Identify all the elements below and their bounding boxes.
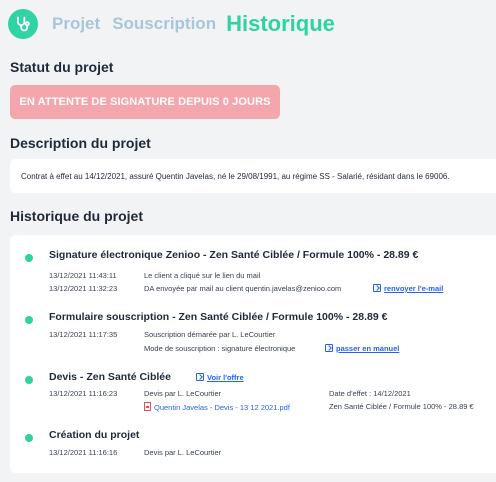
external-link-icon [196, 373, 204, 381]
timeline-dot [25, 254, 33, 262]
entry-title: Signature électronique Zenioo - Zen Sant… [49, 249, 419, 261]
pdf-file-icon [144, 402, 151, 411]
external-link-icon [325, 344, 333, 352]
switch-to-manual-link[interactable]: passer en manuel [325, 344, 399, 353]
timeline-dot [25, 376, 33, 384]
entry-date: 13/12/2021 11:17:35 [49, 330, 118, 339]
entry-date: 13/12/2021 11:16:16 [49, 448, 118, 457]
entry-date: 13/12/2021 11:43:11 [49, 271, 117, 280]
effective-date: Date d'effet : 14/12/2021 [329, 389, 411, 398]
stethoscope-logo-icon[interactable] [8, 9, 38, 39]
entry-text: Devis par L. LeCourtier [144, 389, 222, 398]
history-card: Signature électronique Zenioo - Zen Sant… [10, 235, 496, 473]
tab-projet[interactable]: Projet [52, 14, 100, 34]
status-section-title: Statut du projet [10, 59, 114, 75]
entry-date: 13/12/2021 11:32:23 [49, 284, 118, 293]
external-link-icon [373, 284, 381, 292]
entry-text: Mode de souscription : signature électro… [144, 344, 296, 353]
history-section-title: Historique du projet [10, 208, 143, 224]
description-section-title: Description du projet [10, 135, 151, 151]
description-text: Contrat à effet au 14/12/2021, assuré Qu… [21, 172, 450, 181]
entry-date: 13/12/2021 11:16:23 [49, 389, 118, 398]
entry-text: Souscription démarée par L. LeCourtier [144, 330, 276, 339]
entry-title: Formulaire souscription - Zen Santé Cibl… [49, 311, 388, 323]
resend-email-link[interactable]: renvoyer l'e-mail [373, 284, 443, 293]
entry-text: DA envoyée par mail au client quentin.ja… [144, 284, 342, 293]
quote-pdf-link[interactable]: Quentin Javelas - Devis - 13 12 2021.pdf [144, 402, 290, 412]
timeline-dot [25, 434, 33, 442]
top-navigation: Projet Souscription Historique [8, 9, 335, 39]
description-card: Contrat à effet au 14/12/2021, assuré Qu… [10, 159, 496, 193]
entry-title: Devis - Zen Santé Ciblée [49, 371, 171, 383]
status-badge: EN ATTENTE DE SIGNATURE DEPUIS 0 JOURS [10, 85, 280, 119]
formula-text: Zen Santé Ciblée / Formule 100% - 28.89 … [329, 402, 474, 411]
entry-text: Devis par L. LeCourtier [144, 448, 222, 457]
timeline-dot [25, 316, 33, 324]
tab-historique[interactable]: Historique [226, 11, 335, 37]
entry-text: Le client a cliqué sur le lien du mail [144, 271, 261, 280]
entry-title: Création du projet [49, 429, 140, 441]
tab-souscription[interactable]: Souscription [112, 14, 216, 34]
view-offer-link[interactable]: Voir l'offre [196, 373, 244, 382]
